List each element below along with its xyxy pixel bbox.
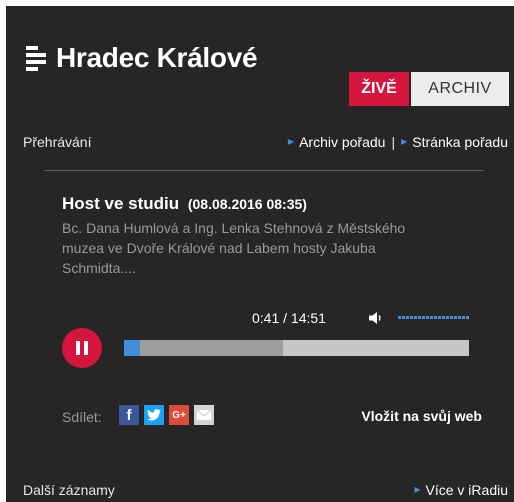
email-icon[interactable] xyxy=(194,405,214,425)
show-page-link[interactable]: Stránka pořadu xyxy=(412,134,508,150)
radio-player-widget: Hradec Králové ŽIVĚ ARCHIV Přehrávání ▶ … xyxy=(6,6,514,502)
nav-links: ▶ Archiv pořadu | ▶ Stránka pořadu xyxy=(288,134,508,150)
episode-datetime: (08.08.2016 08:35) xyxy=(187,196,307,212)
pause-icon-bar xyxy=(84,341,88,355)
more-records-label: Další záznamy xyxy=(23,482,115,498)
twitter-icon[interactable] xyxy=(144,405,164,425)
more-in-iradio-link[interactable]: ▶ Více v iRadiu xyxy=(414,482,508,498)
pause-icon xyxy=(76,341,80,355)
share-label: Sdílet: xyxy=(62,409,102,425)
facebook-icon[interactable]: f xyxy=(119,405,139,425)
google-plus-icon[interactable]: G+ xyxy=(169,405,189,425)
episode-title-row: Host ve studiu (08.08.2016 08:35) xyxy=(62,194,307,214)
time-display: 0:41 / 14:51 xyxy=(252,310,326,326)
volume-slider[interactable] xyxy=(398,316,470,319)
progress-bar[interactable] xyxy=(124,340,469,356)
episode-description: Bc. Dana Humlová a Ing. Lenka Stehnová z… xyxy=(62,220,406,276)
pause-button[interactable] xyxy=(62,328,102,368)
progress-played xyxy=(124,340,141,356)
radio-logo-icon xyxy=(26,46,46,71)
triangle-right-icon: ▶ xyxy=(414,484,421,494)
progress-buffered xyxy=(124,340,283,356)
speaker-icon[interactable] xyxy=(368,311,384,325)
more-in-iradio-label: Více v iRadiu xyxy=(425,482,508,498)
live-button[interactable]: ŽIVĚ xyxy=(349,72,409,106)
playback-section-label: Přehrávání xyxy=(23,134,92,150)
archive-button[interactable]: ARCHIV xyxy=(411,72,509,106)
triangle-right-icon: ▶ xyxy=(401,136,408,146)
archive-link[interactable]: Archiv pořadu xyxy=(299,134,385,150)
episode-title: Host ve studiu xyxy=(62,194,180,213)
divider xyxy=(44,170,484,171)
embed-link[interactable]: Vložit na svůj web xyxy=(361,408,482,424)
triangle-right-icon: ▶ xyxy=(287,136,295,146)
station-name: Hradec Králové xyxy=(56,42,258,73)
station-logo[interactable]: Hradec Králové xyxy=(26,42,258,74)
link-separator: | xyxy=(391,134,396,150)
